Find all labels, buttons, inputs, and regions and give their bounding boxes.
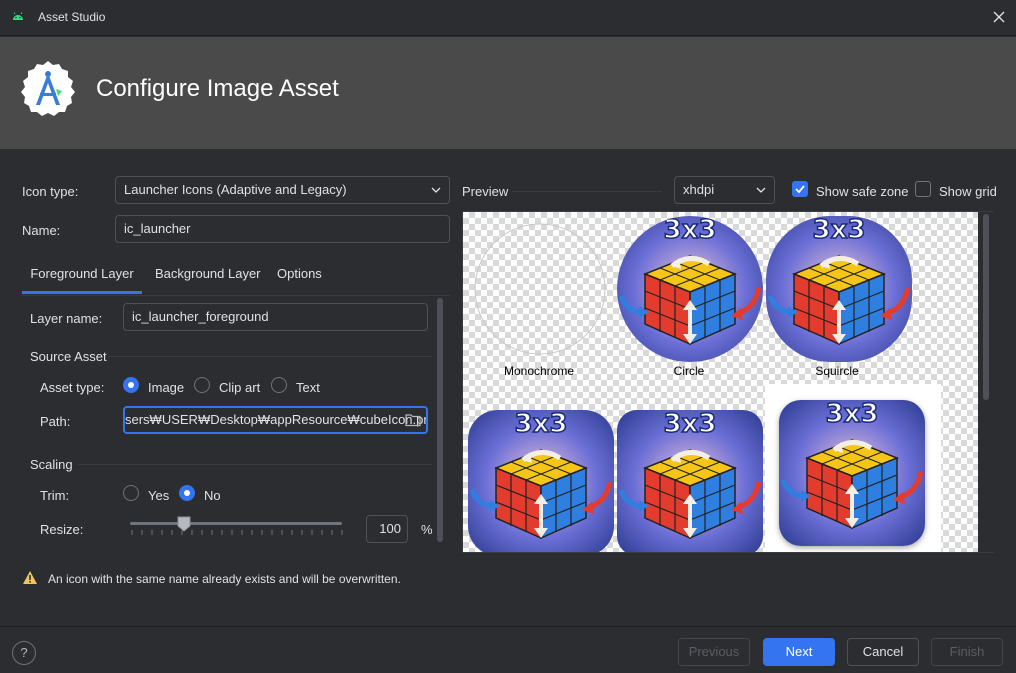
title-bar: Asset Studio	[0, 0, 1016, 36]
icon-type-value: Launcher Icons (Adaptive and Legacy)	[124, 182, 347, 197]
preview-label: Preview	[462, 184, 509, 199]
density-dropdown[interactable]: xhdpi	[674, 176, 775, 204]
tab-foreground-layer[interactable]: Foreground Layer	[22, 258, 142, 294]
layer-name-input[interactable]: ic_launcher_foreground	[123, 303, 428, 331]
rubiks-cube-image	[617, 410, 763, 553]
source-asset-title: Source Asset	[30, 349, 107, 364]
warning-icon	[23, 571, 37, 584]
asset-type-label: Asset type:	[40, 380, 105, 395]
resize-unit: %	[421, 522, 433, 537]
path-input[interactable]: sers₩USER₩Desktop₩appResource₩cubeIcon.p…	[123, 406, 428, 434]
panel-scrollbar-thumb[interactable]	[437, 298, 443, 542]
cancel-button[interactable]: Cancel	[847, 638, 919, 666]
checkmark-icon	[795, 185, 805, 194]
monochrome-preview	[474, 223, 606, 355]
tab-options[interactable]: Options	[277, 258, 322, 294]
path-value: sers₩USER₩Desktop₩appResource₩cubeIcon.p…	[125, 412, 428, 427]
squircle-preview	[766, 216, 912, 362]
resize-slider-track[interactable]	[130, 522, 342, 525]
show-grid-label: Show grid	[939, 184, 997, 199]
folder-icon[interactable]	[405, 413, 421, 427]
legacy-preview	[765, 384, 941, 552]
resize-value-input[interactable]: 100	[366, 515, 408, 543]
trim-no-radio[interactable]	[179, 485, 195, 501]
rubiks-cube-image	[468, 410, 614, 553]
rubiks-cube-image	[766, 216, 912, 362]
icon-type-dropdown[interactable]: Launcher Icons (Adaptive and Legacy)	[115, 176, 450, 204]
resize-slider-ticks	[131, 530, 343, 535]
chevron-down-icon	[756, 187, 766, 193]
close-icon[interactable]	[990, 8, 1008, 26]
cell-label-monochrome: Monochrome	[503, 364, 575, 378]
tab-background-layer[interactable]: Background Layer	[155, 258, 261, 294]
layer-tabs: Foreground Layer Background Layer Option…	[22, 258, 450, 296]
preview-scrollbar-thumb[interactable]	[983, 214, 989, 400]
trim-no-label: No	[204, 488, 221, 503]
layer-name-label: Layer name:	[30, 311, 103, 326]
preview-canvas: Monochrome Circle Squircle	[462, 211, 994, 553]
icon-type-label: Icon type:	[22, 184, 79, 199]
section-divider	[78, 464, 432, 465]
rubiks-cube-image	[779, 400, 925, 546]
asset-type-clipart-label: Clip art	[219, 380, 261, 395]
scaling-title: Scaling	[30, 457, 73, 472]
dialog-footer: ? Previous Next Cancel Finish	[0, 626, 1016, 673]
panel-scrollbar[interactable]	[436, 296, 444, 548]
cell-label-squircle: Squircle	[815, 364, 859, 378]
square-preview	[617, 410, 763, 553]
asset-type-clipart-radio[interactable]	[194, 377, 210, 393]
asset-type-text-label: Text	[296, 380, 320, 395]
asset-type-image-label: Image	[148, 380, 185, 395]
warning-text: An icon with the same name already exist…	[48, 572, 401, 586]
window-title: Asset Studio	[38, 10, 106, 24]
preview-scrollbar[interactable]	[978, 212, 994, 552]
next-button[interactable]: Next	[763, 638, 835, 666]
density-value: xhdpi	[683, 182, 715, 197]
page-title: Configure Image Asset	[96, 75, 339, 102]
path-label: Path:	[40, 414, 71, 429]
cell-label-circle: Circle	[673, 364, 705, 378]
previous-button[interactable]: Previous	[678, 638, 750, 666]
android-studio-logo-icon	[21, 61, 75, 116]
circle-preview	[617, 216, 763, 362]
resize-label: Resize:	[40, 522, 84, 537]
android-icon	[13, 12, 23, 20]
show-safe-zone-checkbox[interactable]	[792, 181, 808, 197]
header-banner: Configure Image Asset	[0, 37, 1016, 149]
show-grid-checkbox[interactable]	[915, 181, 931, 197]
asset-type-text-radio[interactable]	[271, 377, 287, 393]
name-input[interactable]: ic_launcher	[115, 215, 450, 243]
name-label: Name:	[22, 223, 61, 238]
asset-type-image-radio[interactable]	[123, 377, 139, 393]
trim-yes-radio[interactable]	[123, 485, 139, 501]
help-button[interactable]: ?	[12, 641, 36, 665]
rounded-square-preview	[468, 410, 614, 553]
chevron-down-icon	[431, 187, 441, 193]
rubiks-cube-image	[617, 216, 763, 362]
trim-label: Trim:	[40, 488, 70, 503]
finish-button[interactable]: Finish	[931, 638, 1003, 666]
section-divider	[108, 356, 432, 357]
trim-yes-label: Yes	[148, 488, 170, 503]
show-safe-zone-label: Show safe zone	[816, 184, 909, 199]
preview-divider	[512, 191, 662, 192]
